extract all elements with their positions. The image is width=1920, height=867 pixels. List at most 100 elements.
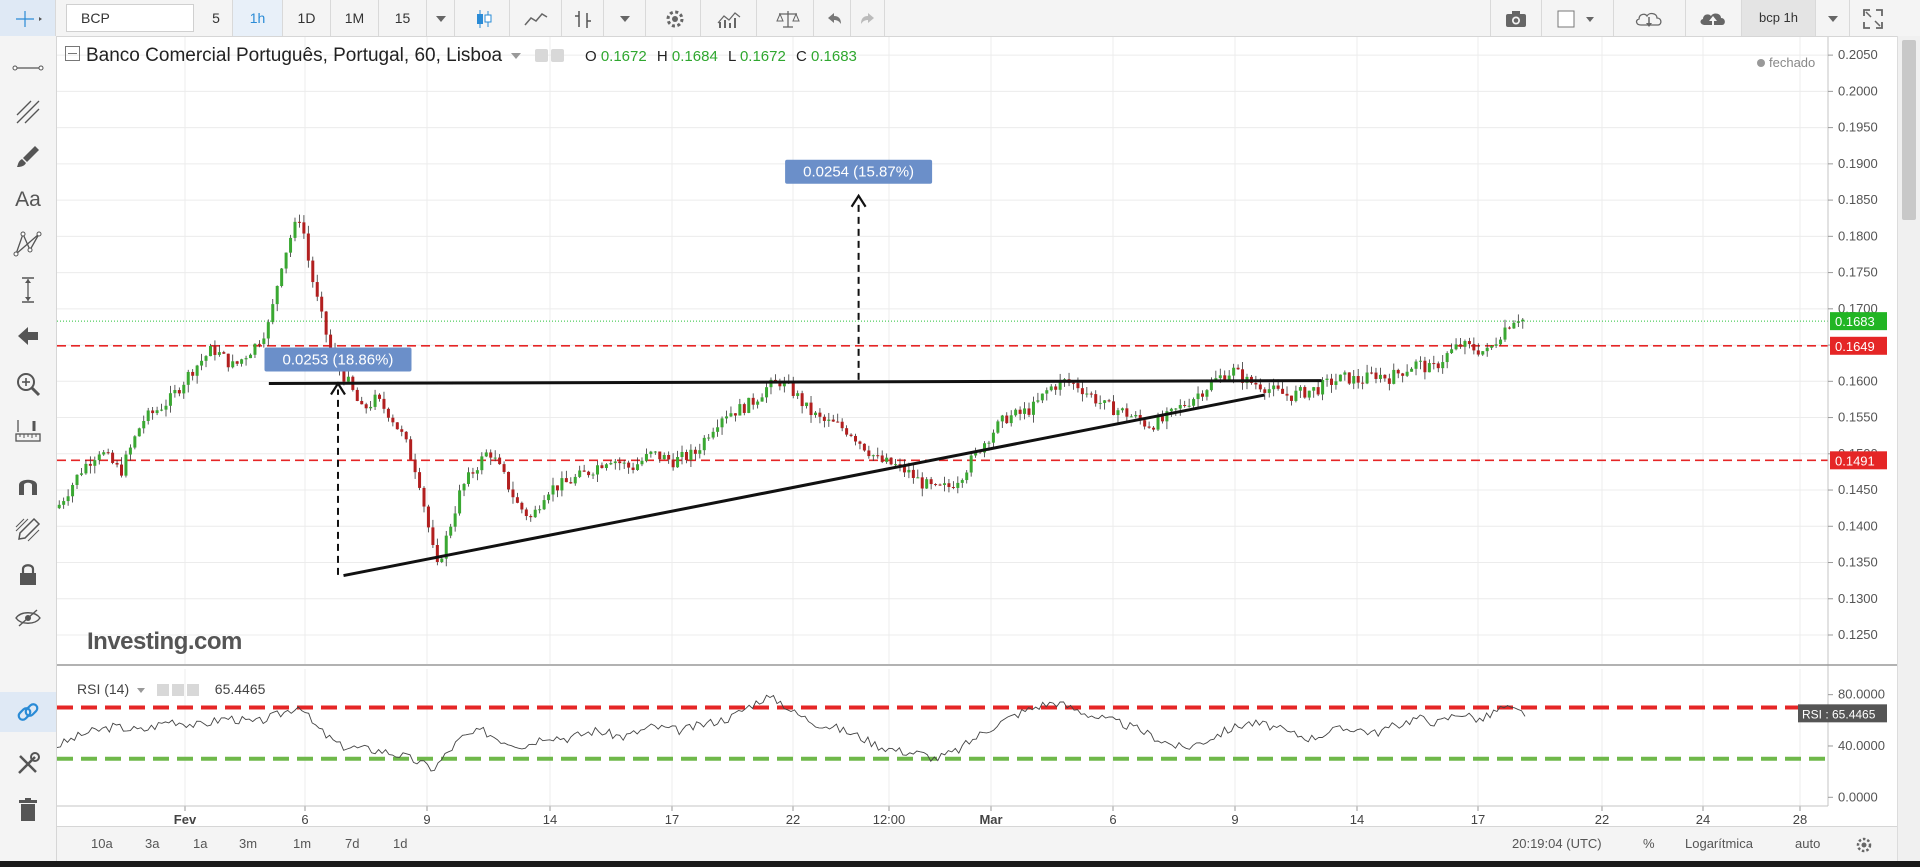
candle-up [1392, 369, 1396, 384]
candle-down [1361, 382, 1365, 384]
rsi-close-icon[interactable] [186, 684, 199, 697]
brush-tool-button[interactable] [0, 136, 56, 176]
candle-up [280, 268, 284, 287]
remove-drawings-button[interactable] [0, 790, 56, 830]
compare-button[interactable] [762, 0, 814, 36]
candle-up [369, 406, 373, 409]
auto-scale-button[interactable]: auto [1795, 827, 1820, 861]
price-tick-label: 0.1850 [1838, 192, 1878, 207]
page-scrollbar[interactable] [1897, 36, 1920, 862]
range-3m-button[interactable]: 3m [239, 827, 257, 861]
candle-up [195, 365, 199, 376]
range-label: 1d [393, 836, 408, 851]
candle-down [391, 417, 395, 423]
sync-drawings-button[interactable] [0, 692, 56, 732]
stay-in-drawing-button[interactable] [0, 510, 56, 550]
rsi-dropdown-icon[interactable] [137, 687, 146, 693]
chart-style-dropdown[interactable] [604, 0, 646, 36]
undo-button[interactable] [817, 0, 851, 36]
bars-style-button[interactable] [562, 0, 604, 36]
line-style-button[interactable] [510, 0, 562, 36]
candle-up [1503, 327, 1507, 340]
candle-up [689, 449, 693, 461]
candle-down [1370, 372, 1374, 374]
indicators-button[interactable] [701, 0, 757, 36]
interval-1d-button[interactable]: 1D [283, 0, 331, 36]
candles-style-button[interactable] [458, 0, 510, 36]
legend-settings-icon[interactable] [534, 49, 548, 63]
symbol-input[interactable]: BCP [66, 4, 194, 32]
magnet-tool-button[interactable] [0, 466, 56, 506]
settings-button[interactable] [649, 0, 701, 36]
chart-container[interactable]: 0.0253 (18.86%) 0.0254 (15.87%) 0.2050 0.2… [57, 37, 1920, 863]
candle-up [662, 454, 666, 460]
legend-hide-icon[interactable] [550, 49, 564, 63]
load-layout-button[interactable] [1614, 0, 1686, 36]
candle-up [186, 371, 190, 385]
time-axis[interactable]: Fev 6 9 14 17 22 12:00 Mar 6 9 14 17 22 24 28 [57, 664, 1897, 826]
interval-1h-button[interactable]: 1h [233, 0, 283, 36]
candle-up [124, 454, 128, 476]
range-7d-button[interactable]: 7d [345, 827, 359, 861]
rsi-hide-icon[interactable] [171, 684, 184, 697]
interval-1m-button[interactable]: 1M [331, 0, 379, 36]
instrument-title: Banco Comercial Português, Portugal, 60,… [86, 45, 503, 66]
pitchfork-tool-button[interactable] [0, 92, 56, 132]
range-1a-button[interactable]: 1a [193, 827, 207, 861]
candle-down [1347, 372, 1351, 384]
candle-down [382, 398, 386, 409]
log-scale-button[interactable]: Logarítmica [1685, 827, 1753, 861]
lock-drawings-button[interactable] [0, 554, 56, 594]
candle-down [435, 544, 439, 563]
range-3a-button[interactable]: 3a [145, 827, 159, 861]
candle-up [373, 394, 377, 407]
layout-name-button[interactable]: bcp 1h [1742, 0, 1816, 36]
time-tick-label: 24 [1696, 812, 1710, 826]
trendline-tool-button[interactable] [0, 48, 56, 88]
tools-settings-button[interactable] [0, 744, 56, 784]
hide-drawings-button[interactable] [0, 598, 56, 638]
zoom-tool-button[interactable] [0, 364, 56, 404]
price-tick-label: 0.1750 [1838, 265, 1878, 280]
candle-down [800, 393, 804, 407]
rsi-settings-icon[interactable] [156, 684, 169, 697]
candle-down [191, 371, 195, 376]
chart-canvas[interactable]: 0.0253 (18.86%) 0.0254 (15.87%) 0.2050 0.2… [57, 37, 1897, 826]
measure-tool-button[interactable] [0, 270, 56, 310]
collapse-legend-icon[interactable] [65, 46, 80, 62]
pattern-tool-button[interactable] [0, 224, 56, 264]
rsi-pane[interactable]: 80.0000 40.0000 0.0000 RSI : 65.4465 [57, 687, 1887, 805]
pitchfork-icon [16, 100, 40, 124]
range-10a-button[interactable]: 10a [91, 827, 113, 861]
range-1d-button[interactable]: 1d [393, 827, 407, 861]
interval-5-button[interactable]: 5 [200, 0, 233, 36]
layout-dropdown-button[interactable] [1816, 0, 1850, 36]
candle-up [991, 432, 995, 443]
candle-down [1276, 385, 1280, 389]
interval-15-button[interactable]: 15 [379, 0, 427, 36]
arrow-tool-button[interactable] [0, 316, 56, 356]
range-1m-button[interactable]: 1m [293, 827, 311, 861]
price-badge-label: 0.1683 [1835, 314, 1875, 329]
legend: Banco Comercial Português, Portugal, 60,… [65, 45, 857, 67]
save-layout-button[interactable] [1686, 0, 1742, 36]
fullscreen-button[interactable] [1850, 0, 1896, 36]
ruler-tool-button[interactable] [0, 410, 56, 450]
candle-down [297, 221, 301, 223]
text-tool-button[interactable]: Aa [0, 180, 56, 220]
chart-properties-button[interactable] [1855, 827, 1873, 861]
title-dropdown-icon[interactable] [511, 52, 522, 59]
interval-dropdown-button[interactable] [427, 0, 455, 36]
candle-up [1521, 319, 1525, 322]
layout-color-button[interactable] [1542, 0, 1614, 36]
candles [57, 214, 1525, 567]
scrollbar-thumb[interactable] [1902, 40, 1916, 220]
crosshair-tool-button[interactable] [0, 0, 56, 36]
percent-scale-button[interactable]: % [1643, 827, 1655, 861]
candle-up [182, 384, 186, 394]
measures[interactable]: 0.0253 (18.86%) 0.0254 (15.87%) [264, 159, 933, 575]
snapshot-button[interactable] [1490, 0, 1542, 36]
candle-down [1396, 369, 1400, 374]
redo-button[interactable] [851, 0, 885, 36]
candle-down [582, 470, 586, 472]
